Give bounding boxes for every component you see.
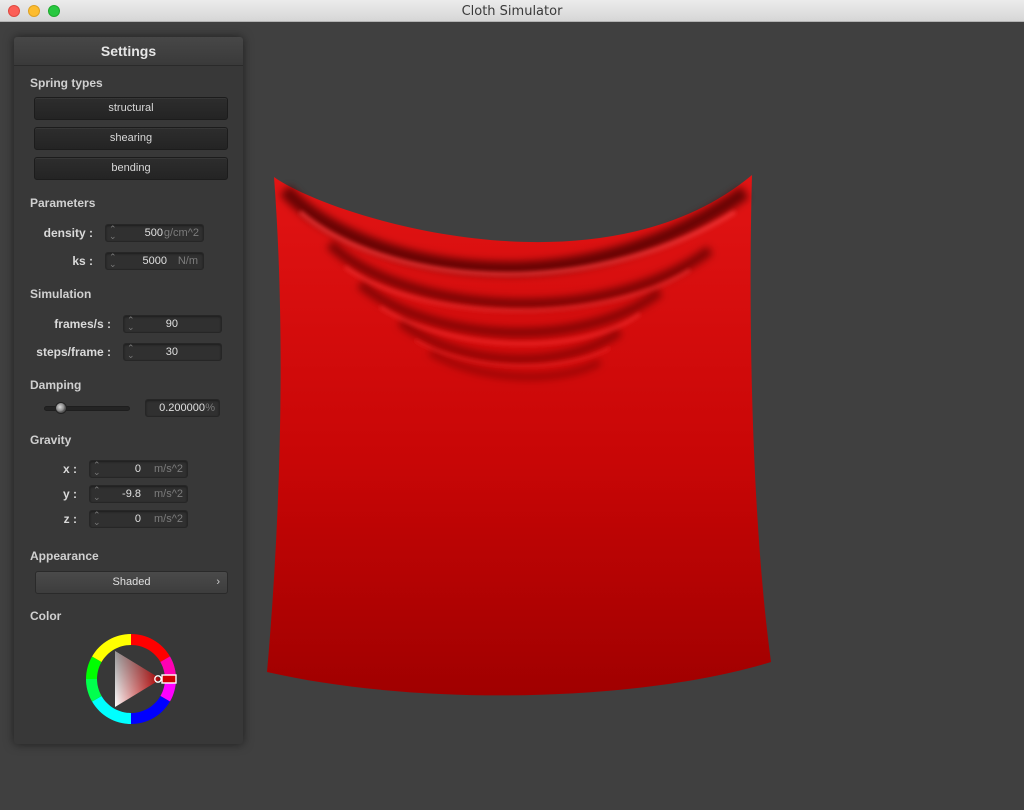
gravity-z-label: z : bbox=[63, 512, 77, 526]
color-label: Color bbox=[30, 609, 62, 623]
gravity-x-field[interactable]: ⌃ ⌄ 0 m/s^2 bbox=[89, 460, 188, 478]
spinner-arrows-icon[interactable]: ⌃ ⌄ bbox=[127, 316, 135, 332]
spinner-arrows-icon[interactable]: ⌃ ⌄ bbox=[93, 486, 101, 502]
frames-per-second-label: frames/s : bbox=[54, 317, 111, 331]
frames-per-second-field[interactable]: ⌃ ⌄ 90 bbox=[123, 315, 222, 333]
spinner-arrows-icon[interactable]: ⌃ ⌄ bbox=[109, 225, 117, 241]
spring-types-label: Spring types bbox=[30, 76, 103, 90]
gravity-y-label: y : bbox=[62, 487, 77, 501]
damping-label: Damping bbox=[30, 378, 82, 392]
density-label: density : bbox=[43, 226, 93, 240]
appearance-selected: Shaded bbox=[112, 576, 151, 588]
spinner-arrows-icon[interactable]: ⌃ ⌄ bbox=[93, 461, 101, 477]
density-field[interactable]: ⌃ ⌄ 500 g/cm^2 bbox=[105, 224, 204, 242]
parameters-label: Parameters bbox=[30, 196, 96, 210]
hue-handle[interactable] bbox=[161, 674, 177, 684]
spinner-arrows-icon[interactable]: ⌃ ⌄ bbox=[93, 511, 101, 527]
appearance-popup-button[interactable]: Shaded › bbox=[35, 571, 228, 594]
gravity-label: Gravity bbox=[30, 433, 72, 447]
steps-per-frame-label: steps/frame : bbox=[36, 345, 111, 359]
color-wheel[interactable] bbox=[85, 633, 177, 725]
ks-field[interactable]: ⌃ ⌄ 5000 N/m bbox=[105, 252, 204, 270]
settings-panel: Settings Spring types structural shearin… bbox=[14, 37, 243, 744]
gravity-x-label: x : bbox=[62, 462, 77, 476]
gravity-z-field[interactable]: ⌃ ⌄ 0 m/s^2 bbox=[89, 510, 188, 528]
panel-title[interactable]: Settings bbox=[14, 37, 243, 66]
spinner-arrows-icon[interactable]: ⌃ ⌄ bbox=[127, 344, 135, 360]
gravity-y-field[interactable]: ⌃ ⌄ -9.8 m/s^2 bbox=[89, 485, 188, 503]
steps-per-frame-field[interactable]: ⌃ ⌄ 30 bbox=[123, 343, 222, 361]
ks-label: ks : bbox=[72, 254, 93, 268]
simulation-label: Simulation bbox=[30, 287, 92, 301]
spinner-arrows-icon[interactable]: ⌃ ⌄ bbox=[109, 253, 117, 269]
shearing-button[interactable]: shearing bbox=[34, 127, 228, 150]
bending-button[interactable]: bending bbox=[34, 157, 228, 180]
damping-field[interactable]: 0.200000 % bbox=[145, 399, 220, 417]
appearance-label: Appearance bbox=[30, 549, 99, 563]
title-bar: Cloth Simulator bbox=[0, 0, 1024, 22]
window-title: Cloth Simulator bbox=[461, 4, 563, 19]
structural-button[interactable]: structural bbox=[34, 97, 228, 120]
damping-slider-handle[interactable] bbox=[55, 402, 67, 414]
chevron-right-icon: › bbox=[216, 576, 220, 588]
